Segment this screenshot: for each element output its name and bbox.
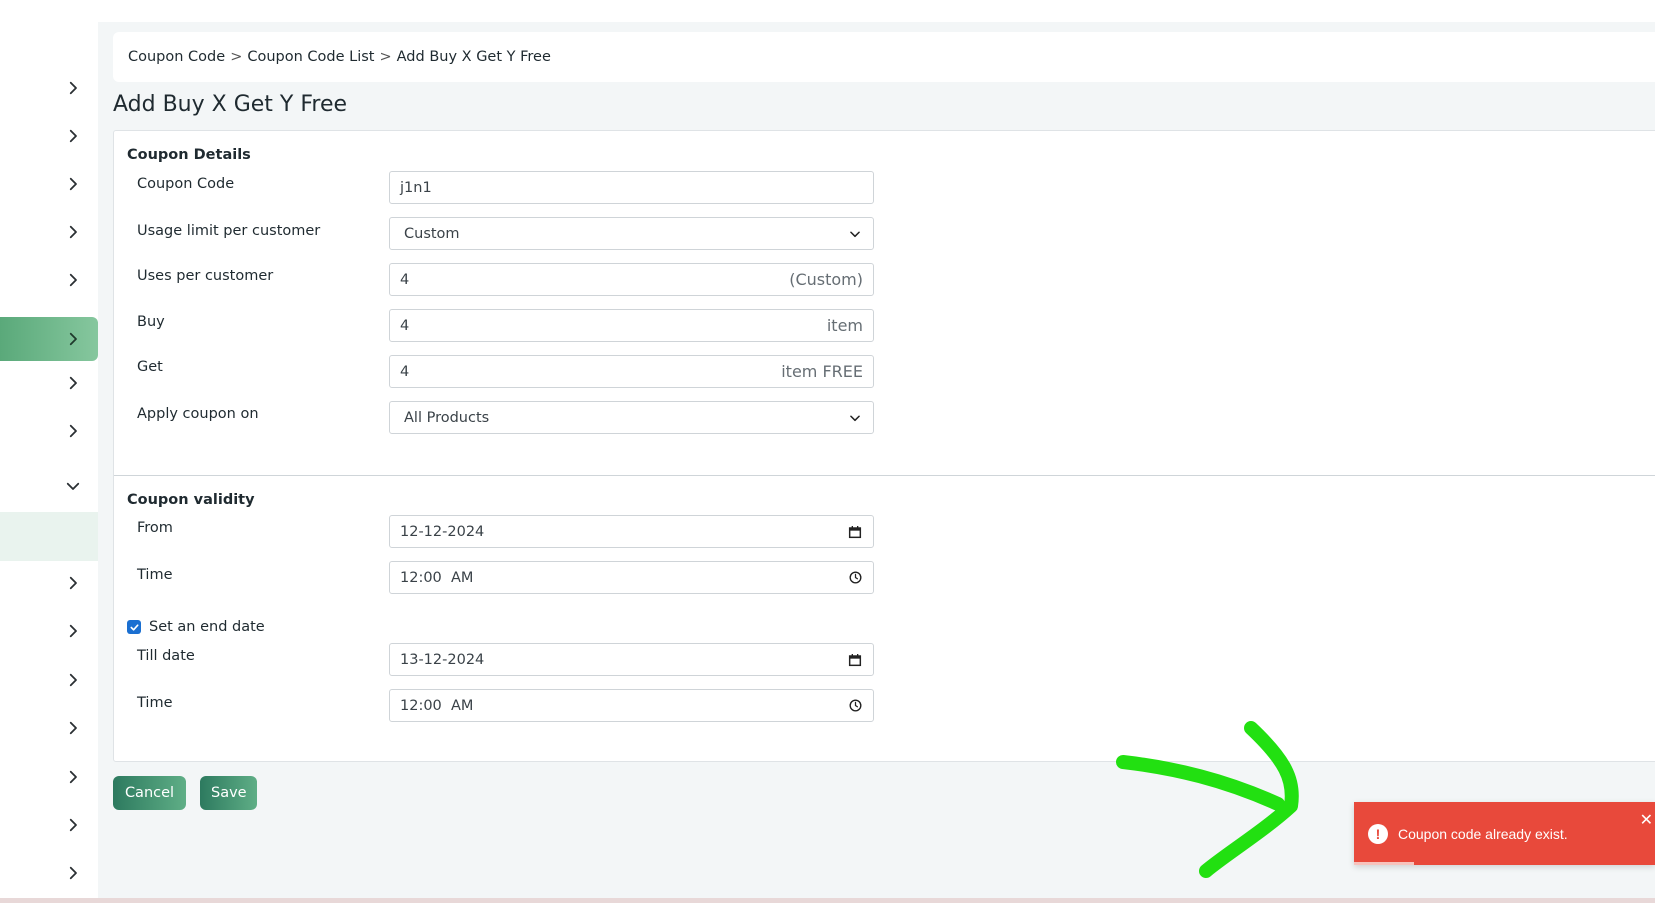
till-time-value: 12:00 AM — [400, 697, 474, 714]
chevron-right-icon — [69, 81, 77, 95]
buy-label: Buy — [137, 314, 165, 330]
from-date-label: From — [137, 520, 173, 536]
from-time-label: Time — [137, 567, 173, 583]
till-time-input[interactable]: 12:00 AM — [389, 689, 874, 722]
chevron-right-icon — [69, 673, 77, 687]
chevron-down-icon — [847, 226, 863, 242]
buy-quantity-input[interactable]: 4 item — [389, 309, 874, 342]
chevron-right-icon — [69, 424, 77, 438]
cancel-button[interactable]: Cancel — [113, 776, 186, 810]
sidebar-item-4[interactable] — [0, 210, 98, 254]
chevron-right-icon — [69, 770, 77, 784]
sidebar-subitem[interactable] — [0, 512, 98, 561]
error-toast: ! Coupon code already exist. ✕ — [1354, 802, 1655, 865]
end-date-checkbox-label: Set an end date — [149, 619, 265, 635]
section-title-coupon-validity: Coupon validity — [127, 492, 255, 508]
breadcrumb-separator: > — [230, 49, 243, 65]
sidebar-item-10[interactable] — [0, 561, 98, 605]
annotation-arrow-icon — [1116, 721, 1299, 878]
sidebar-item-active[interactable] — [0, 317, 98, 361]
coupon-code-value: j1n1 — [400, 179, 432, 196]
sidebar-item-7[interactable] — [0, 361, 98, 405]
chevron-right-icon — [69, 624, 77, 638]
get-quantity-value: 4 — [400, 363, 410, 380]
chevron-right-icon — [69, 129, 77, 143]
coupon-code-input[interactable]: j1n1 — [389, 171, 874, 204]
sidebar-item-15[interactable] — [0, 803, 98, 847]
section-divider — [114, 475, 1655, 476]
apply-coupon-value: All Products — [404, 409, 490, 426]
check-icon — [129, 623, 139, 631]
chevron-right-icon — [69, 225, 77, 239]
sidebar-item-2[interactable] — [0, 114, 98, 158]
breadcrumb-separator: > — [379, 49, 392, 65]
breadcrumb-coupon-code[interactable]: Coupon Code — [128, 49, 225, 65]
till-time-label: Time — [137, 695, 173, 711]
sidebar-item-expanded[interactable] — [0, 464, 98, 508]
end-date-checkbox[interactable] — [127, 620, 141, 634]
buy-suffix: item — [826, 316, 863, 335]
till-date-input[interactable]: 13-12-2024 — [389, 643, 874, 676]
usage-limit-select[interactable]: Custom — [389, 217, 874, 250]
page-title: Add Buy X Get Y Free — [113, 92, 348, 117]
uses-per-customer-value: 4 — [400, 271, 410, 288]
chevron-down-icon — [66, 482, 80, 490]
window-bottom-edge — [0, 898, 1655, 903]
get-quantity-input[interactable]: 4 item FREE — [389, 355, 874, 388]
buy-quantity-value: 4 — [400, 317, 410, 334]
chevron-right-icon — [69, 273, 77, 287]
chevron-right-icon — [69, 866, 77, 880]
get-suffix: item FREE — [781, 362, 863, 381]
usage-limit-value: Custom — [404, 225, 460, 242]
apply-coupon-label: Apply coupon on — [137, 406, 259, 422]
sidebar-item-11[interactable] — [0, 609, 98, 653]
sidebar-item-8[interactable] — [0, 409, 98, 453]
sidebar-item-12[interactable] — [0, 658, 98, 702]
clock-icon[interactable] — [847, 570, 863, 586]
close-icon[interactable]: ✕ — [1640, 810, 1653, 830]
breadcrumb: Coupon Code > Coupon Code List > Add Buy… — [113, 32, 1655, 82]
breadcrumb-coupon-code-list[interactable]: Coupon Code List — [247, 49, 374, 65]
error-icon: ! — [1368, 823, 1388, 844]
get-label: Get — [137, 359, 163, 375]
from-time-input[interactable]: 12:00 AM — [389, 561, 874, 594]
chevron-right-icon — [69, 376, 77, 390]
end-date-checkbox-row: Set an end date — [127, 619, 265, 635]
sidebar-item-16[interactable] — [0, 851, 98, 895]
calendar-icon[interactable] — [847, 652, 863, 668]
from-time-value: 12:00 AM — [400, 569, 474, 586]
chevron-right-icon — [69, 818, 77, 832]
uses-per-customer-label: Uses per customer — [137, 268, 274, 284]
main-content: Coupon Code > Coupon Code List > Add Buy… — [98, 22, 1655, 898]
section-title-coupon-details: Coupon Details — [127, 147, 251, 163]
sidebar-item-3[interactable] — [0, 162, 98, 206]
uses-per-customer-input[interactable]: 4 (Custom) — [389, 263, 874, 296]
toast-progress-bar — [1354, 862, 1415, 865]
toast-message: Coupon code already exist. — [1398, 825, 1568, 842]
usage-limit-label: Usage limit per customer — [137, 223, 321, 239]
till-date-label: Till date — [137, 648, 195, 664]
clock-icon[interactable] — [847, 698, 863, 714]
sidebar — [0, 0, 98, 903]
sidebar-item-5[interactable] — [0, 258, 98, 302]
chevron-right-icon — [69, 332, 77, 346]
from-date-input[interactable]: 12-12-2024 — [389, 515, 874, 548]
sidebar-item-14[interactable] — [0, 755, 98, 799]
chevron-right-icon — [69, 576, 77, 590]
coupon-form-card: Coupon Details Coupon Code j1n1 Usage li… — [113, 130, 1655, 762]
chevron-right-icon — [69, 177, 77, 191]
breadcrumb-current: Add Buy X Get Y Free — [396, 49, 551, 65]
save-button[interactable]: Save — [200, 776, 257, 810]
till-date-value: 13-12-2024 — [400, 651, 485, 668]
from-date-value: 12-12-2024 — [400, 523, 485, 540]
apply-coupon-select[interactable]: All Products — [389, 401, 874, 434]
chevron-down-icon — [847, 410, 863, 426]
chevron-right-icon — [69, 721, 77, 735]
coupon-code-label: Coupon Code — [137, 176, 235, 192]
calendar-icon[interactable] — [847, 524, 863, 540]
sidebar-item-1[interactable] — [0, 66, 98, 110]
uses-per-customer-suffix: (Custom) — [789, 270, 863, 289]
sidebar-item-13[interactable] — [0, 706, 98, 750]
